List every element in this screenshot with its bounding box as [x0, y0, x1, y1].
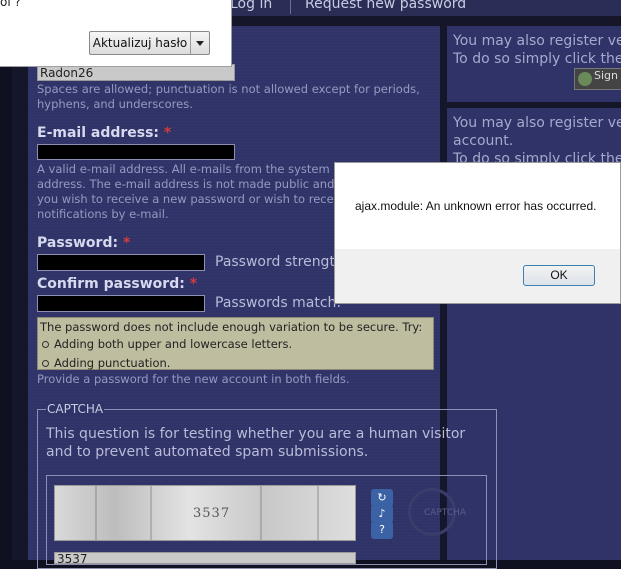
update-password-dropdown[interactable] — [191, 32, 209, 54]
required-marker: * — [163, 125, 172, 141]
steam-icon — [578, 72, 592, 86]
password-warning: The password does not include enough var… — [37, 317, 434, 370]
tab-separator — [290, 0, 291, 14]
email-label: E-mail address: * — [37, 125, 171, 141]
captcha-description: This question is for testing whether you… — [46, 426, 466, 460]
required-marker: * — [189, 276, 198, 292]
sidebar-text: To do so simply click there: — [453, 51, 621, 67]
tab-login[interactable]: Log in — [230, 0, 272, 12]
captcha-noise — [260, 486, 262, 540]
alert-dialog: ajax.module: An unknown error has occurr… — [334, 162, 621, 304]
tab-request-password[interactable]: Request new password — [305, 0, 466, 12]
captcha-image: 3537 — [54, 485, 356, 541]
required-marker: * — [122, 235, 131, 251]
password-provide-text: Provide a password for the new account i… — [37, 372, 350, 386]
confirm-password-label: Confirm password: * — [37, 276, 197, 292]
captcha-noise — [317, 486, 319, 540]
confirm-password-field[interactable] — [37, 295, 205, 312]
sidebar-text: You may also register very — [453, 115, 621, 131]
browser-password-popup: ol ? Aktualizuj hasło — [0, 0, 232, 67]
popup-question: ol ? — [0, 0, 21, 9]
list-item: Adding punctuation. — [42, 355, 431, 371]
sign-in-label: Sign — [594, 69, 618, 82]
password-warning-title: The password does not include enough var… — [40, 320, 423, 334]
captcha-image-text: 3537 — [193, 506, 231, 521]
passwords-match-label: Passwords match: — [215, 295, 342, 311]
password-label-text: Password: — [37, 235, 119, 251]
sidebar-register-box-1: You may also register very To do so simp… — [447, 26, 621, 102]
password-strength-label: Password strength: — [215, 254, 349, 270]
chevron-down-icon — [196, 41, 204, 46]
desc-line: hyphens, and underscores. — [37, 97, 193, 111]
email-label-text: E-mail address: — [37, 125, 160, 141]
username-description: Spaces are allowed; punctuation is not a… — [37, 82, 420, 112]
sidebar-text: account. — [453, 133, 514, 149]
alert-message: ajax.module: An unknown error has occurr… — [355, 199, 597, 213]
ok-button[interactable]: OK — [523, 265, 595, 286]
list-item: Adding both upper and lowercase letters. — [42, 336, 431, 352]
tab-bar: Log in Request new password — [220, 0, 621, 16]
help-icon[interactable]: ? — [371, 521, 393, 539]
captcha-noise — [150, 486, 152, 540]
alert-body: ajax.module: An unknown error has occurr… — [335, 163, 620, 249]
update-password-button[interactable]: Aktualizuj hasło — [89, 31, 210, 55]
password-field[interactable] — [37, 254, 205, 271]
desc-line: Spaces are allowed; punctuation is not a… — [37, 82, 420, 96]
captcha-noise — [95, 486, 97, 540]
captcha-legend: CAPTCHA — [46, 402, 105, 416]
captcha-answer-input[interactable]: 3537 — [54, 552, 356, 564]
password-tips-list: Adding both upper and lowercase letters.… — [40, 336, 431, 371]
confirm-label-text: Confirm password: — [37, 276, 185, 292]
sign-in-button[interactable]: Sign — [574, 68, 621, 90]
update-password-label[interactable]: Aktualizuj hasło — [90, 32, 191, 54]
sidebar-text: You may also register very — [453, 33, 621, 49]
password-label: Password: * — [37, 235, 130, 251]
captcha-logo-text: CAPTCHA — [424, 508, 467, 518]
email-field[interactable] — [37, 144, 235, 160]
